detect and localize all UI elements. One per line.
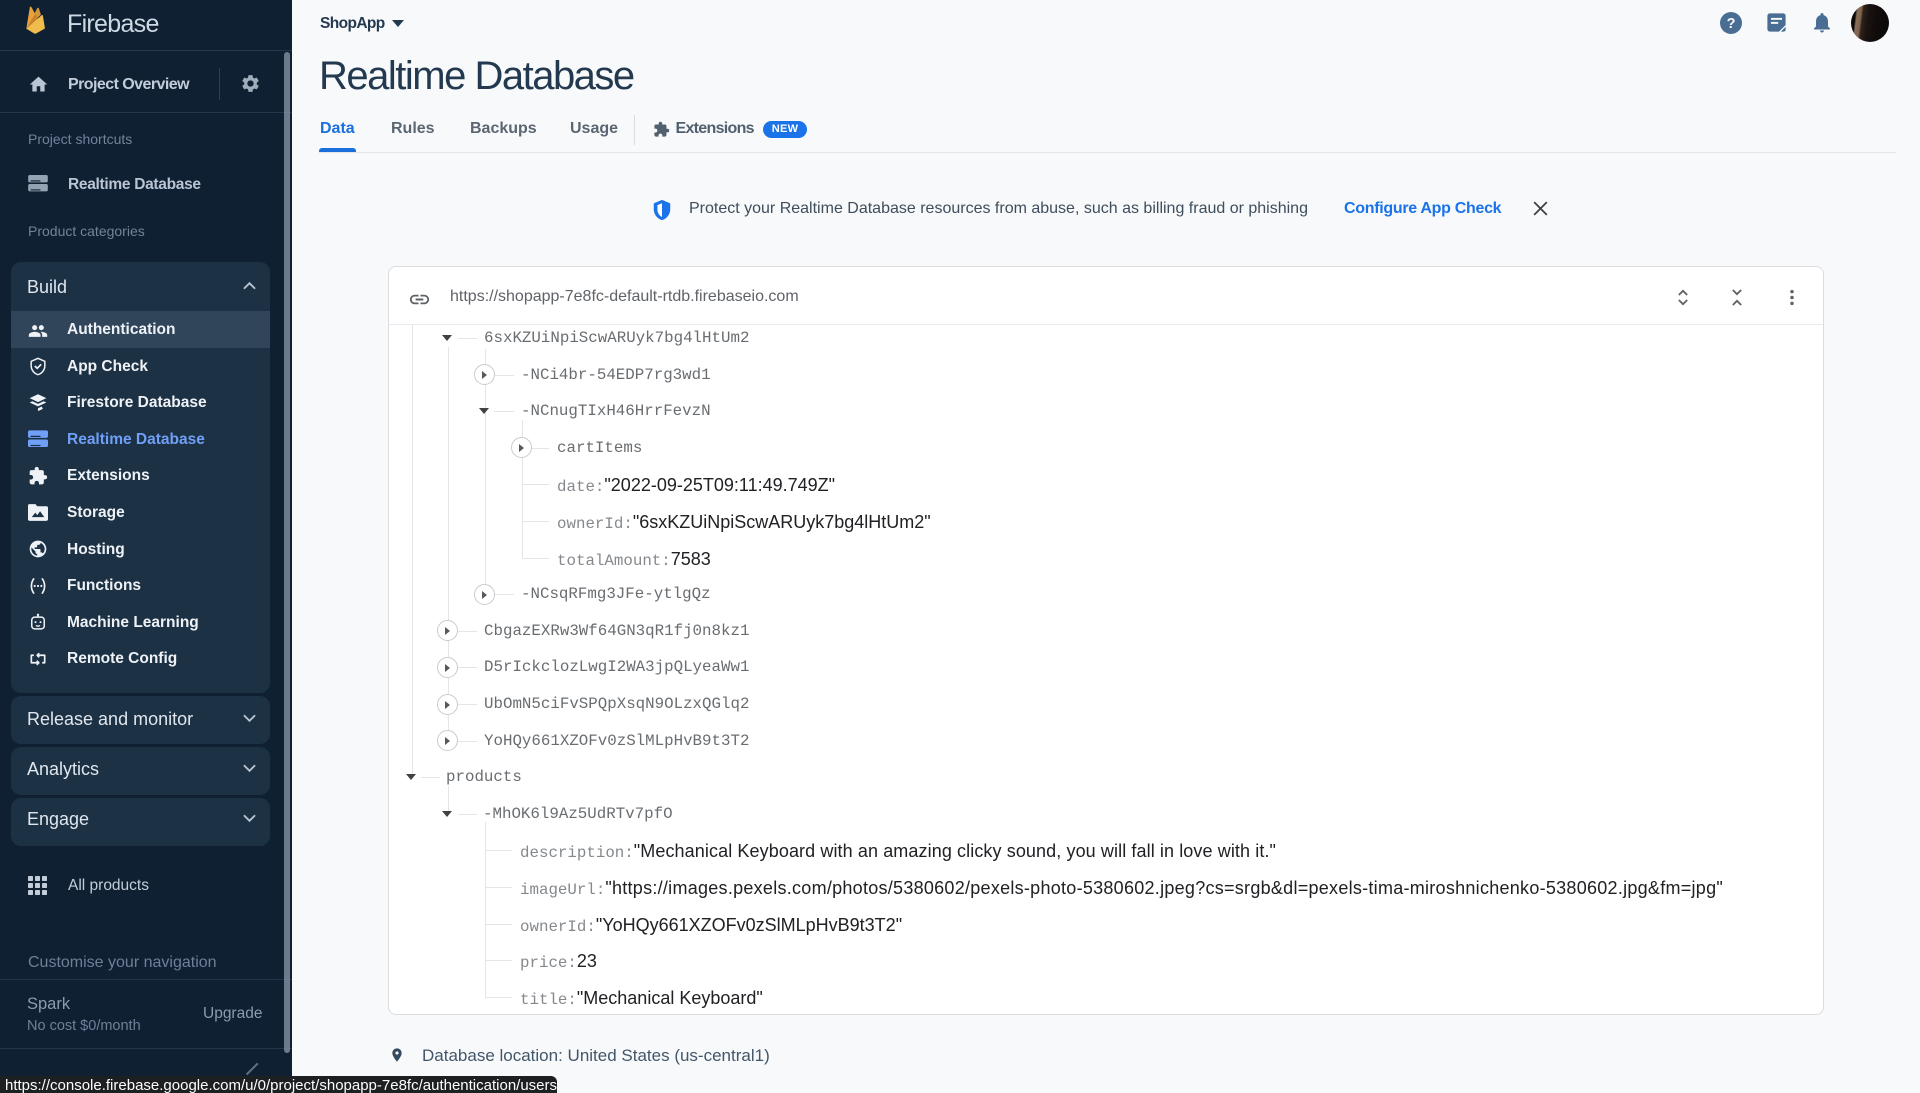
svg-text:?: ? (1727, 16, 1736, 32)
